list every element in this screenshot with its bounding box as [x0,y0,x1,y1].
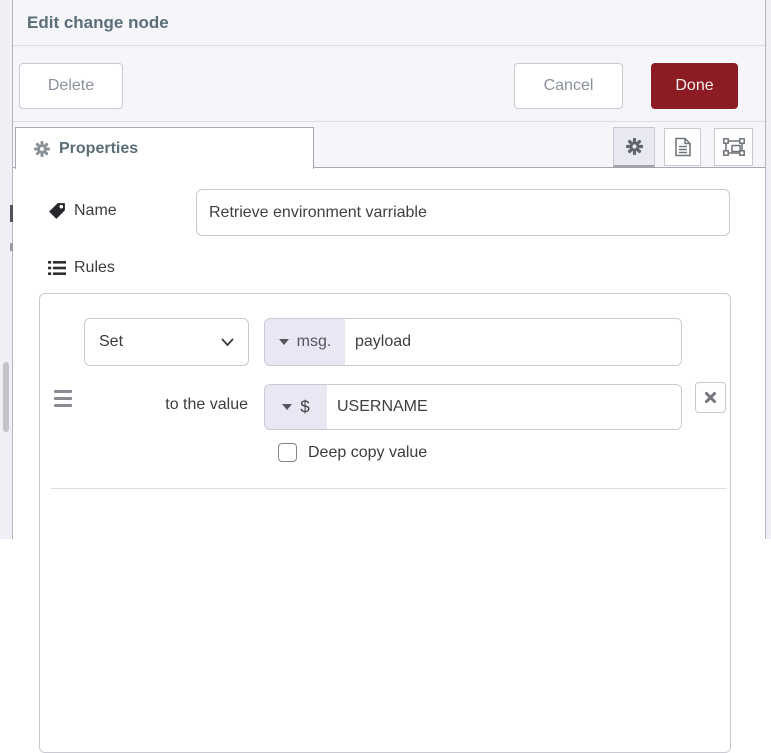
done-button[interactable]: Done [651,63,738,109]
property-type-label: msg. [296,333,332,350]
rule-action-select[interactable]: Set [84,318,249,366]
rule-property-typedinput: msg. [264,318,682,366]
gear-icon [625,138,643,155]
rule-value-input[interactable] [327,385,681,429]
property-type-button[interactable]: msg. [265,319,345,365]
tab-properties[interactable]: Properties [15,127,314,169]
name-field-label: Name [48,202,117,220]
rule-divider [51,488,727,489]
description-tab-button[interactable] [664,128,701,166]
rule-value-typedinput: $ [264,384,682,430]
dialog-header: Edit change node [13,0,765,46]
properties-form: Name Rules Set [13,168,765,753]
tab-row: Properties [13,122,765,169]
rule-property-input[interactable] [345,319,681,365]
deep-copy-checkbox[interactable] [278,443,297,462]
deep-copy-row: Deep copy value [278,443,427,462]
gear-icon [34,140,50,157]
rules-label-text: Rules [74,259,115,276]
edit-change-node-dialog: Edit change node Delete Cancel Done Prop… [13,0,765,753]
cancel-button[interactable]: Cancel [514,63,623,109]
value-type-button[interactable]: $ [265,385,327,429]
tab-properties-label: Properties [59,139,139,157]
rules-section-label: Rules [48,259,115,277]
remove-icon [704,391,717,404]
caret-down-icon [282,404,293,410]
appearance-tab-button[interactable] [714,128,753,166]
properties-tab-button[interactable] [613,127,655,168]
name-label-text: Name [74,202,117,219]
to-the-value-label: to the value [165,396,248,413]
tag-icon [48,202,66,220]
workspace-scrollbar[interactable] [3,362,9,432]
rule-action-value: Set [99,333,124,350]
dialog-title: Edit change node [27,12,169,32]
deep-copy-label: Deep copy value [308,443,428,461]
value-type-label: $ [300,397,310,416]
dialog-button-row: Delete Cancel Done [13,46,765,122]
name-input[interactable] [196,189,730,236]
tray-right-strip [765,0,771,539]
document-icon [674,137,692,157]
chevron-down-icon [221,338,234,347]
rules-container: Set msg. to the value [39,293,731,753]
list-icon [48,260,66,276]
delete-button[interactable]: Delete [19,63,123,109]
drag-handle-icon[interactable] [54,390,72,407]
caret-down-icon [278,339,289,345]
appearance-icon [722,138,745,156]
remove-rule-button[interactable] [695,382,726,413]
workspace-left-strip [0,0,13,539]
